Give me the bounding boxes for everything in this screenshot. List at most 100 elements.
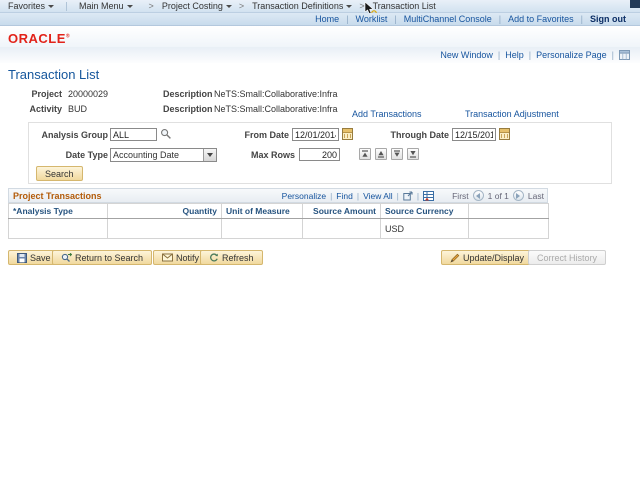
breadcrumb: Favorites Main Menu > Project Costing > …: [0, 0, 640, 13]
breadcrumb-main-menu[interactable]: Main Menu: [79, 1, 133, 11]
cell-blank: [468, 218, 549, 239]
through-date-input[interactable]: [452, 128, 496, 141]
utility-separator: |: [497, 50, 501, 60]
find-link[interactable]: Find: [336, 191, 353, 201]
refresh-button[interactable]: Refresh: [200, 250, 263, 265]
analysis-group-label: Analysis Group: [41, 130, 108, 140]
pager-count: 1 of 1: [487, 190, 509, 201]
save-disk-icon: [17, 252, 27, 263]
breadcrumb-item-label: Transaction Definitions: [252, 1, 344, 11]
scroll-down-button[interactable]: [391, 148, 403, 160]
project-label: Project: [31, 89, 62, 99]
breadcrumb-item-project-costing[interactable]: Project Costing: [162, 1, 232, 11]
chevron-down-icon: [126, 5, 133, 8]
activity-description-value: NeTS:Small:Collaborative:Infra: [214, 104, 338, 114]
new-window-link[interactable]: New Window: [440, 50, 493, 60]
through-date-label: Through Date: [390, 130, 450, 140]
view-all-link[interactable]: View All: [363, 191, 393, 201]
oracle-logo: ORACLE®: [8, 31, 71, 46]
update-display-label: Update/Display: [463, 252, 525, 263]
project-transactions-table: *Analysis Type Quantity Unit of Measure …: [8, 203, 549, 239]
notify-button-label: Notify: [176, 252, 200, 263]
multichannel-console-link[interactable]: MultiChannel Console: [404, 14, 492, 24]
grid-toolbar-separator: |: [356, 190, 360, 201]
breadcrumb-item-label: Transaction List: [372, 1, 436, 11]
brand-banner: ORACLE®: [0, 26, 640, 47]
date-type-label: Date Type: [65, 150, 108, 160]
pager-first-label: First: [452, 190, 469, 201]
correct-history-button[interactable]: Correct History: [528, 250, 607, 265]
activity-description-label: Description: [163, 104, 213, 114]
column-header-blank: [468, 203, 549, 219]
header-separator: |: [346, 14, 349, 24]
grid-toolbar-separator: |: [396, 190, 399, 201]
grid-header-bar: Project Transactions Personalize | Find …: [8, 188, 548, 203]
pencil-icon: [450, 253, 460, 263]
calendar-icon[interactable]: [499, 128, 510, 140]
grid-toolbar-separator: |: [330, 190, 333, 201]
breadcrumb-separator: >: [148, 1, 154, 11]
refresh-icon: [209, 252, 219, 263]
activity-value: BUD: [68, 104, 88, 114]
lookup-icon[interactable]: [160, 128, 172, 140]
cell-analysis-type: [8, 218, 108, 239]
http-window-icon[interactable]: [619, 50, 630, 60]
cell-quantity: [107, 218, 222, 239]
return-to-search-label: Return to Search: [75, 252, 144, 263]
scroll-to-bottom-button[interactable]: [407, 148, 419, 160]
add-to-favorites-link[interactable]: Add to Favorites: [508, 14, 574, 24]
grid-toolbar-separator: |: [416, 190, 420, 201]
transaction-adjustment-link[interactable]: Transaction Adjustment: [465, 109, 559, 119]
from-date-input[interactable]: [292, 128, 339, 141]
column-header-source-amount: Source Amount: [302, 203, 381, 219]
scroll-to-top-button[interactable]: [359, 148, 371, 160]
breadcrumb-item-transaction-list[interactable]: Transaction List: [373, 1, 436, 11]
column-header-unit-of-measure: Unit of Measure: [221, 203, 303, 219]
breadcrumb-separator: >: [238, 1, 245, 11]
table-header-row: *Analysis Type Quantity Unit of Measure …: [8, 203, 549, 219]
sign-out-link[interactable]: Sign out: [590, 14, 626, 24]
window-corner-artifact: [630, 0, 640, 8]
table-row: USD: [8, 218, 549, 239]
personalize-link[interactable]: Personalize: [282, 191, 326, 201]
arrow-right-icon: [516, 192, 523, 199]
zoom-grid-icon[interactable]: [403, 190, 413, 201]
personalize-page-link[interactable]: Personalize Page: [536, 50, 607, 60]
breadcrumb-item-transaction-definitions[interactable]: Transaction Definitions: [252, 1, 353, 11]
scroll-up-button[interactable]: [375, 148, 387, 160]
transaction-list-page: Favorites Main Menu > Project Costing > …: [0, 0, 640, 480]
envelope-icon: [162, 253, 173, 262]
help-link[interactable]: Help: [505, 50, 524, 60]
search-button[interactable]: Search: [36, 166, 83, 181]
utility-separator: |: [611, 50, 614, 60]
download-to-excel-icon[interactable]: [423, 190, 435, 201]
pager-last-label: Last: [527, 190, 544, 201]
max-rows-input[interactable]: [299, 148, 340, 161]
analysis-group-input[interactable]: [110, 128, 157, 141]
pager-next-button[interactable]: [512, 190, 524, 201]
chevron-down-icon: [225, 5, 232, 8]
project-value: 20000029: [68, 89, 109, 99]
project-description-label: Description: [163, 89, 213, 99]
column-header-quantity: Quantity: [107, 203, 222, 219]
breadcrumb-favorites-label: Favorites: [8, 1, 46, 11]
save-button-label: Save: [30, 252, 51, 263]
pager-previous-button[interactable]: [472, 190, 484, 201]
column-header-analysis-type: *Analysis Type: [8, 203, 108, 219]
breadcrumb-favorites-menu[interactable]: Favorites: [8, 1, 55, 11]
breadcrumb-item-label: Project Costing: [161, 1, 223, 11]
utility-separator: |: [528, 50, 532, 60]
cell-source-amount: [302, 218, 381, 239]
return-to-search-button[interactable]: Return to Search: [52, 250, 153, 265]
refresh-button-label: Refresh: [222, 252, 254, 263]
chevron-down-icon: [346, 5, 353, 8]
header-separator: |: [394, 14, 397, 24]
add-transactions-link[interactable]: Add Transactions: [352, 109, 422, 119]
update-display-button[interactable]: Update/Display: [441, 250, 534, 265]
page-title: Transaction List: [8, 67, 100, 82]
from-date-label: From Date: [244, 130, 289, 140]
worklist-link[interactable]: Worklist: [356, 14, 388, 24]
project-description-value: NeTS:Small:Collaborative:Infra: [214, 89, 338, 99]
chevron-down-icon: [48, 5, 55, 8]
home-link[interactable]: Home: [315, 14, 339, 24]
